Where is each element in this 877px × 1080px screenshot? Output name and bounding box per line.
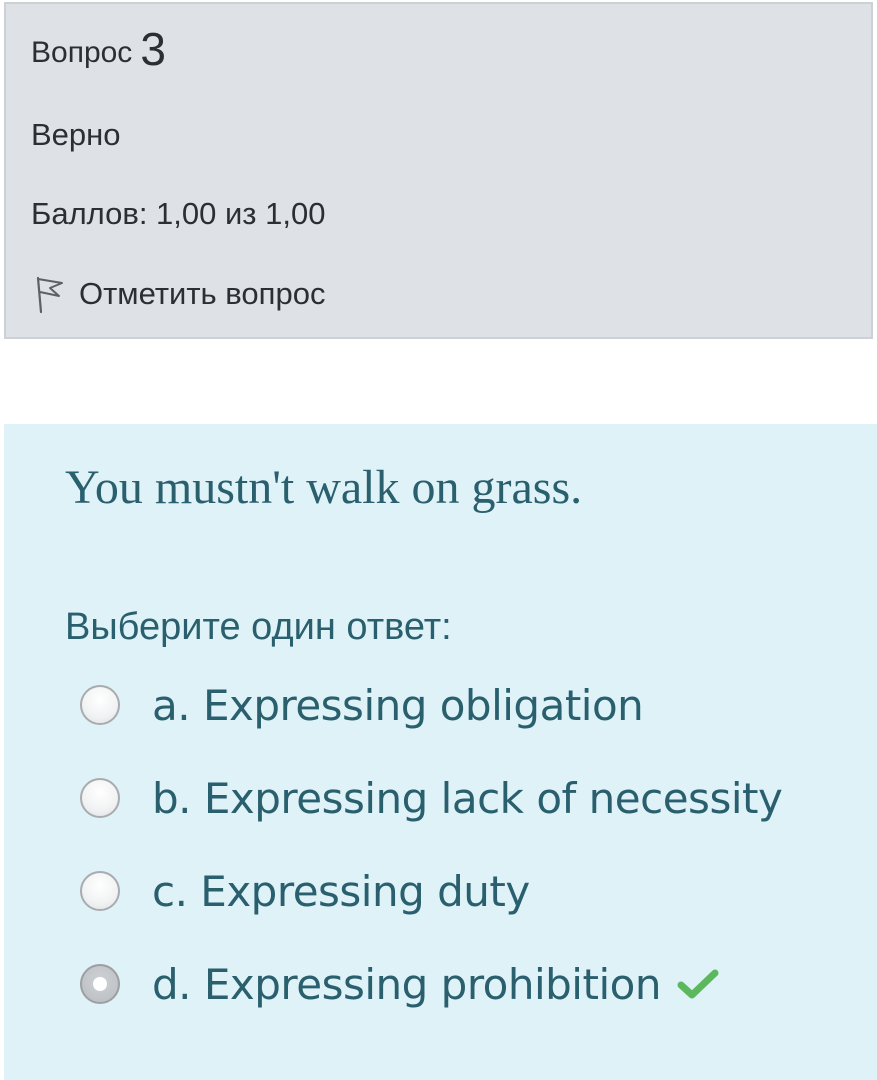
- question-grade: Баллов: 1,00 из 1,00: [31, 196, 326, 231]
- answer-option-b[interactable]: b. Expressing lack of necessity: [80, 773, 783, 823]
- checkmark-icon: [677, 968, 719, 1000]
- question-text: You mustn't walk on grass.: [65, 461, 583, 514]
- question-info-panel: Вопрос 3 Верно Баллов: 1,00 из 1,00 Отмет…: [4, 2, 873, 339]
- radio-button[interactable]: [80, 871, 120, 911]
- question-number: Вопрос 3: [31, 26, 166, 72]
- answer-label: b. Expressing lack of necessity: [152, 773, 783, 823]
- answer-label: d. Expressing prohibition: [152, 959, 661, 1009]
- radio-button[interactable]: [80, 685, 120, 725]
- answer-prompt: Выберите один ответ:: [65, 606, 452, 648]
- answer-option-d[interactable]: d. Expressing prohibition: [80, 959, 719, 1009]
- answer-option-a[interactable]: a. Expressing obligation: [80, 680, 644, 730]
- answer-option-c[interactable]: c. Expressing duty: [80, 866, 530, 916]
- question-state: Верно: [31, 117, 121, 152]
- answer-label: c. Expressing duty: [152, 866, 530, 916]
- flag-question-label: Отметить вопрос: [79, 276, 326, 311]
- flag-outline-icon: [31, 274, 67, 314]
- question-label: Вопрос: [31, 36, 133, 69]
- radio-button[interactable]: [80, 778, 120, 818]
- question-number-value: 3: [140, 23, 166, 75]
- flag-question-link[interactable]: Отметить вопрос: [31, 274, 325, 314]
- radio-button-checked[interactable]: [80, 964, 120, 1004]
- answer-label: a. Expressing obligation: [152, 680, 644, 730]
- question-content: You mustn't walk on grass. Выберите один…: [4, 424, 877, 1080]
